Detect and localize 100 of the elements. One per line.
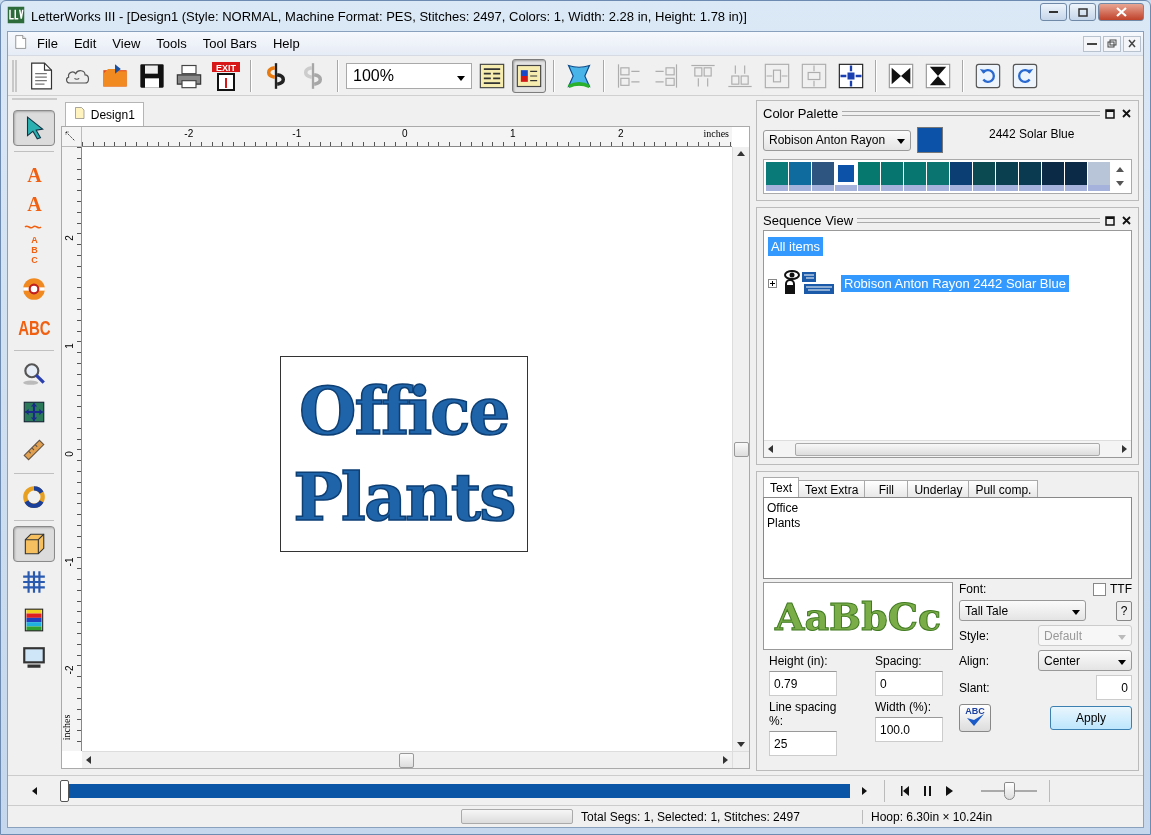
- color-swatch[interactable]: [950, 162, 972, 191]
- input-field[interactable]: 0: [1096, 675, 1132, 700]
- restore-button[interactable]: [1103, 35, 1121, 52]
- tab[interactable]: Text: [763, 477, 799, 498]
- ruler-label: 0: [63, 450, 75, 459]
- zoom-combo[interactable]: 100%: [346, 62, 472, 89]
- field-label: Width (%):: [875, 700, 932, 714]
- color-swatch[interactable]: [1042, 162, 1064, 191]
- scroll-left-icon: [85, 756, 91, 764]
- field-label: Style:: [959, 628, 989, 643]
- color-swatch[interactable]: [927, 162, 949, 191]
- maximize-icon: [1077, 7, 1088, 17]
- document-icon: [14, 34, 28, 50]
- pause-icon: [923, 785, 931, 796]
- rotate-right-icon: [1011, 61, 1039, 90]
- scroll-right-icon: [723, 756, 728, 764]
- menu-item[interactable]: File: [30, 34, 65, 53]
- color-swatch[interactable]: [881, 162, 903, 191]
- menu-item[interactable]: Help: [265, 34, 307, 53]
- dropdown-arrow-icon: [457, 75, 465, 81]
- menu-item[interactable]: Tools: [149, 34, 194, 53]
- vertical-scrollbar[interactable]: [732, 147, 749, 751]
- color-swatch[interactable]: [973, 162, 995, 191]
- page-icon: [73, 106, 86, 120]
- checkbox[interactable]: [1093, 582, 1106, 596]
- float-icon: [1104, 108, 1116, 119]
- tab[interactable]: Fill: [864, 480, 909, 498]
- color-swatch[interactable]: [996, 162, 1018, 191]
- minimize-button[interactable]: [1040, 3, 1067, 21]
- scroll-thumb[interactable]: [795, 442, 1100, 456]
- scroll-thumb[interactable]: [399, 752, 415, 768]
- thread-brand-dropdown[interactable]: Robison Anton Rayon: [763, 129, 911, 151]
- apply-button[interactable]: Apply: [1050, 706, 1132, 730]
- speed-slider-thumb[interactable]: [1003, 781, 1015, 800]
- color-sheet-button[interactable]: [512, 58, 546, 93]
- dropdown-arrow-icon: [1118, 634, 1126, 640]
- horizontal-scrollbar[interactable]: [764, 440, 1131, 457]
- design-selection[interactable]: Office Plants: [279, 356, 528, 552]
- color-swatch[interactable]: [904, 162, 926, 191]
- hoop-view-tool[interactable]: [13, 526, 56, 562]
- expand-toggle-icon[interactable]: [768, 278, 777, 288]
- menu-item[interactable]: View: [105, 34, 148, 53]
- right-arrow-icon: [861, 786, 867, 795]
- font-dropdown[interactable]: Tall Tale: [959, 600, 1086, 621]
- color-swatch[interactable]: [789, 162, 811, 191]
- help-button[interactable]: ?: [1116, 600, 1132, 621]
- color-palette-grid[interactable]: [763, 159, 1132, 194]
- emblem-icon: [21, 276, 48, 302]
- color-swatch[interactable]: [1019, 162, 1041, 191]
- exit-button[interactable]: EXIT: [209, 58, 243, 93]
- color-swatch[interactable]: [1088, 162, 1110, 191]
- hoop-size-text: Hoop: 6.30in × 10.24in: [871, 809, 993, 824]
- slider-thumb[interactable]: [60, 779, 69, 802]
- center-vertical-icon: [800, 61, 828, 90]
- play-icon: [945, 785, 953, 796]
- field-label: Align:: [959, 653, 990, 668]
- input-field[interactable]: 100.0: [875, 717, 943, 742]
- input-field[interactable]: 0: [875, 671, 943, 696]
- monitor-icon: [21, 645, 48, 671]
- float-button[interactable]: [1104, 107, 1116, 119]
- minimize-button[interactable]: [1083, 35, 1101, 52]
- close-button[interactable]: [1120, 214, 1132, 226]
- color-swatch[interactable]: [766, 162, 788, 191]
- text-input[interactable]: Office Plants: [763, 497, 1132, 579]
- ruler-label: 2: [63, 234, 75, 243]
- color-swatch[interactable]: [812, 162, 834, 191]
- tab[interactable]: Text Extra: [798, 480, 866, 498]
- color-name: 2442 Solar Blue: [989, 127, 1075, 141]
- document-tab[interactable]: Design1: [64, 102, 144, 126]
- close-icon: [1120, 108, 1132, 119]
- maximize-button[interactable]: [1069, 3, 1096, 21]
- input-field[interactable]: 25: [769, 731, 837, 756]
- dropdown-arrow-icon: [1118, 659, 1126, 665]
- scroll-thumb[interactable]: [733, 441, 749, 457]
- menu-item[interactable]: Tool Bars: [195, 34, 264, 53]
- float-button[interactable]: [1104, 214, 1116, 226]
- status-text: Total Segs: 1, Selected: 1, Stitches: 2497: [581, 809, 863, 824]
- tab[interactable]: Underlay: [907, 480, 970, 498]
- slider-track[interactable]: [69, 783, 850, 798]
- tab[interactable]: Pull comp.: [968, 480, 1039, 498]
- ribbon-icon: [565, 61, 593, 90]
- ring-icon: [21, 484, 48, 510]
- color-swatch[interactable]: [835, 162, 857, 191]
- center-horizontal-icon: [763, 61, 791, 90]
- zoom-value: 100%: [353, 66, 394, 85]
- align-dropdown[interactable]: Center: [1038, 650, 1132, 671]
- input-field[interactable]: 0.79: [769, 671, 837, 696]
- previous-icon: [901, 785, 909, 796]
- color-swatch[interactable]: [1065, 162, 1087, 191]
- select-tool[interactable]: [13, 110, 56, 146]
- left-arrow-icon: [31, 786, 37, 795]
- close-button[interactable]: [1120, 107, 1132, 119]
- app-logo-icon: [7, 5, 25, 24]
- float-icon: [1104, 215, 1116, 226]
- horizontal-scrollbar[interactable]: [81, 751, 732, 768]
- close-button[interactable]: [1123, 35, 1141, 52]
- color-swatch[interactable]: [858, 162, 880, 191]
- menu-item[interactable]: Edit: [66, 34, 104, 53]
- align-left-icon: [615, 61, 643, 90]
- flip-vertical-icon: [924, 61, 952, 90]
